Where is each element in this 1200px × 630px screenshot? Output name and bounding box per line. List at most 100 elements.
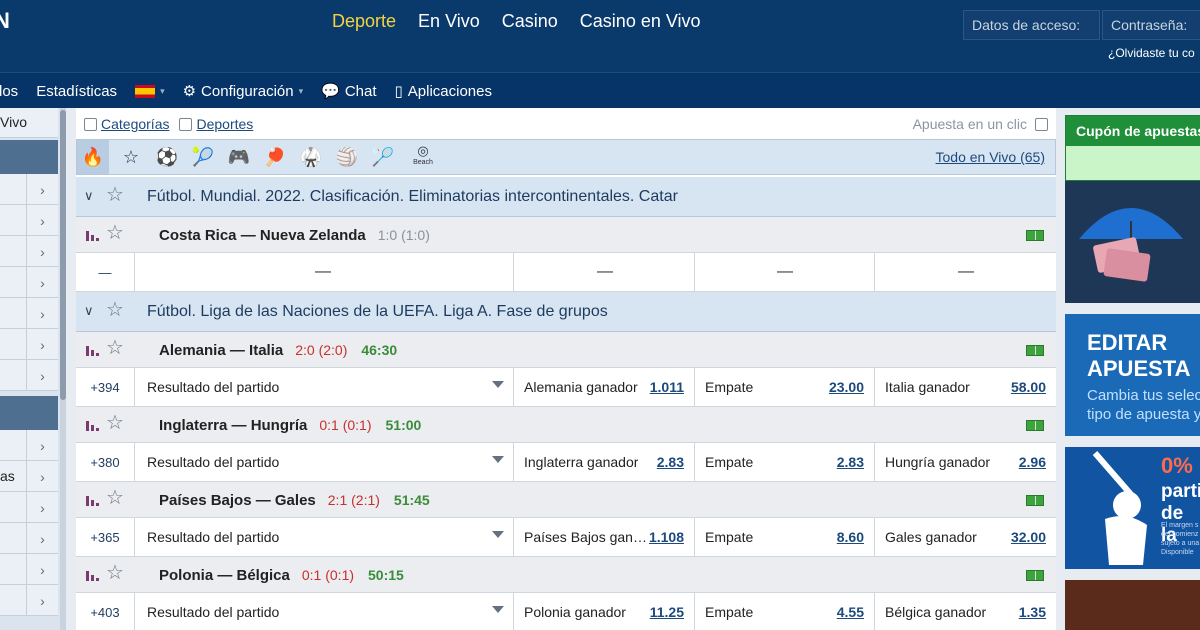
promo-banner-casino[interactable] — [1065, 580, 1200, 630]
odd-cell[interactable]: — — [694, 253, 874, 291]
password-input[interactable]: Contraseña: — [1102, 10, 1200, 40]
one-click-checkbox[interactable] — [1035, 117, 1048, 131]
sidebar-item[interactable]: › — [0, 523, 58, 554]
stats-icon[interactable] — [86, 344, 100, 356]
match-teams[interactable]: Alemania — Italia 2:0 (2:0) 46:30 — [159, 342, 397, 359]
league-header[interactable]: ∨ ☆ Fútbol. Mundial. 2022. Clasificación… — [76, 177, 1056, 217]
market-select[interactable]: Resultado del partido — [147, 454, 279, 470]
star-icon[interactable]: ☆ — [106, 300, 124, 320]
odd-cell-draw[interactable]: Empate 2.83 — [694, 443, 874, 481]
sports-filter[interactable]: Deportes — [179, 116, 253, 132]
odd-value[interactable]: 1.35 — [1019, 604, 1046, 620]
nav-en-vivo[interactable]: En Vivo — [418, 11, 480, 32]
odd-value[interactable]: 2.83 — [657, 454, 684, 470]
match-teams[interactable]: Inglaterra — Hungría 0:1 (0:1) 51:00 — [159, 417, 421, 434]
odd-cell[interactable]: — — [513, 253, 694, 291]
sidebar-item[interactable]: › — [0, 554, 58, 585]
match-teams[interactable]: Costa Rica — Nueva Zelanda 1:0 (1:0) — [159, 227, 430, 244]
nav-apps[interactable]: ▯ Aplicaciones — [395, 82, 492, 101]
odd-cell-away[interactable]: Hungría ganador 2.96 — [874, 443, 1056, 481]
language-selector[interactable]: ▾ — [135, 84, 165, 98]
star-icon[interactable]: ☆ — [106, 563, 124, 583]
match-row[interactable]: ☆ Costa Rica — Nueva Zelanda 1:0 (1:0) — [76, 217, 1056, 253]
odd-cell-away[interactable]: Gales ganador 32.00 — [874, 518, 1056, 556]
fire-icon[interactable]: 🔥 — [77, 140, 109, 174]
sidebar-item[interactable]: as › — [0, 461, 58, 492]
all-live-link[interactable]: Todo en Vivo (65) — [936, 149, 1045, 165]
star-icon[interactable]: ☆ — [106, 223, 124, 243]
sidebar-item[interactable]: › — [0, 298, 58, 329]
sidebar-item[interactable]: › — [0, 430, 58, 461]
dropdown-arrow-icon[interactable] — [492, 606, 504, 613]
sports-checkbox[interactable] — [179, 117, 193, 131]
odd-value[interactable]: 2.83 — [837, 454, 864, 470]
sports-link[interactable]: Deportes — [196, 116, 253, 132]
field-icon[interactable] — [1026, 570, 1044, 581]
market-select[interactable]: Resultado del partido — [147, 604, 279, 620]
odd-value[interactable]: 32.00 — [1011, 529, 1046, 545]
promo-banner-insurance[interactable] — [1065, 181, 1200, 303]
categories-checkbox[interactable] — [84, 117, 97, 131]
field-icon[interactable] — [1026, 495, 1044, 506]
match-row[interactable]: ☆ Países Bajos — Gales 2:1 (2:1) 51:45 — [76, 482, 1056, 518]
dropdown-arrow-icon[interactable] — [492, 531, 504, 538]
more-markets[interactable]: +394 — [76, 368, 135, 406]
league-header[interactable]: ∨ ☆ Fútbol. Liga de las Naciones de la U… — [76, 292, 1056, 332]
odd-cell-away[interactable]: Bélgica ganador 1.35 — [874, 593, 1056, 630]
categories-link[interactable]: Categorías — [101, 116, 169, 132]
badminton-icon[interactable]: 🏸 — [367, 140, 399, 174]
sidebar-item[interactable]: › — [0, 360, 58, 391]
forgot-password-link[interactable]: ¿Olvidaste tu co — [1108, 46, 1195, 60]
odd-value[interactable]: 4.55 — [837, 604, 864, 620]
stats-icon[interactable] — [86, 419, 100, 431]
nav-statistics[interactable]: Estadísticas — [36, 83, 117, 100]
chevron-down-icon[interactable]: ∨ — [84, 188, 94, 204]
odd-cell-home[interactable]: Países Bajos ganador 1.108 — [513, 518, 694, 556]
sidebar-item[interactable]: › — [0, 267, 58, 298]
sidebar-item[interactable]: › — [0, 585, 58, 616]
more-markets[interactable]: +403 — [76, 593, 135, 630]
beach-volleyball-icon[interactable]: ◎ Beach — [407, 140, 439, 174]
odd-value[interactable]: 23.00 — [829, 379, 864, 395]
match-row[interactable]: ☆ Alemania — Italia 2:0 (2:0) 46:30 — [76, 332, 1056, 368]
field-icon[interactable] — [1026, 230, 1044, 241]
stats-icon[interactable] — [86, 569, 100, 581]
football-icon[interactable]: ⚽ — [151, 140, 183, 174]
promo-banner-baseball[interactable]: 0% parti de la El margen s del comienz s… — [1065, 447, 1200, 569]
market-select[interactable]: Resultado del partido — [147, 529, 279, 545]
sidebar-item[interactable]: › — [0, 205, 58, 236]
odd-value[interactable]: 8.60 — [837, 529, 864, 545]
sidebar-item[interactable]: › — [0, 236, 58, 267]
stats-icon[interactable] — [86, 229, 100, 241]
match-row[interactable]: ☆ Inglaterra — Hungría 0:1 (0:1) 51:00 — [76, 407, 1056, 443]
star-icon[interactable]: ☆ — [106, 488, 124, 508]
chevron-down-icon[interactable]: ∨ — [84, 303, 94, 319]
field-icon[interactable] — [1026, 420, 1044, 431]
esports-icon[interactable]: 🎮 — [223, 140, 255, 174]
promo-banner-edit-bet[interactable]: EDITAR APUESTA Cambia tus selec tipo de … — [1065, 314, 1200, 436]
odd-value[interactable]: 2.96 — [1019, 454, 1046, 470]
nav-deporte[interactable]: Deporte — [332, 11, 396, 32]
sidebar-scrollbar-thumb[interactable] — [60, 110, 66, 400]
odd-value[interactable]: 58.00 — [1011, 379, 1046, 395]
odd-value[interactable]: 1.108 — [649, 529, 684, 545]
odd-value[interactable]: 11.25 — [650, 604, 684, 620]
odd-cell-home[interactable]: Alemania ganador 1.011 — [513, 368, 694, 406]
dropdown-arrow-icon[interactable] — [492, 381, 504, 388]
star-icon[interactable]: ☆ — [106, 338, 124, 358]
odd-cell-draw[interactable]: Empate 8.60 — [694, 518, 874, 556]
nav-chat[interactable]: 💬 Chat — [321, 82, 376, 101]
table-tennis-icon[interactable]: 🏓 — [259, 140, 291, 174]
odd-cell-away[interactable]: Italia ganador 58.00 — [874, 368, 1056, 406]
odd-cell-home[interactable]: Inglaterra ganador 2.83 — [513, 443, 694, 481]
odd-cell-draw[interactable]: Empate 4.55 — [694, 593, 874, 630]
field-icon[interactable] — [1026, 345, 1044, 356]
sidebar-item[interactable]: › — [0, 174, 58, 205]
odd-value[interactable]: 1.011 — [650, 379, 684, 395]
more-markets[interactable]: +380 — [76, 443, 135, 481]
nav-settings[interactable]: ⚙ Configuración ▾ — [183, 82, 304, 101]
more-markets[interactable]: +365 — [76, 518, 135, 556]
nav-casino[interactable]: Casino — [502, 11, 558, 32]
odd-cell-home[interactable]: Polonia ganador 11.25 — [513, 593, 694, 630]
match-row[interactable]: ☆ Polonia — Bélgica 0:1 (0:1) 50:15 — [76, 557, 1056, 593]
